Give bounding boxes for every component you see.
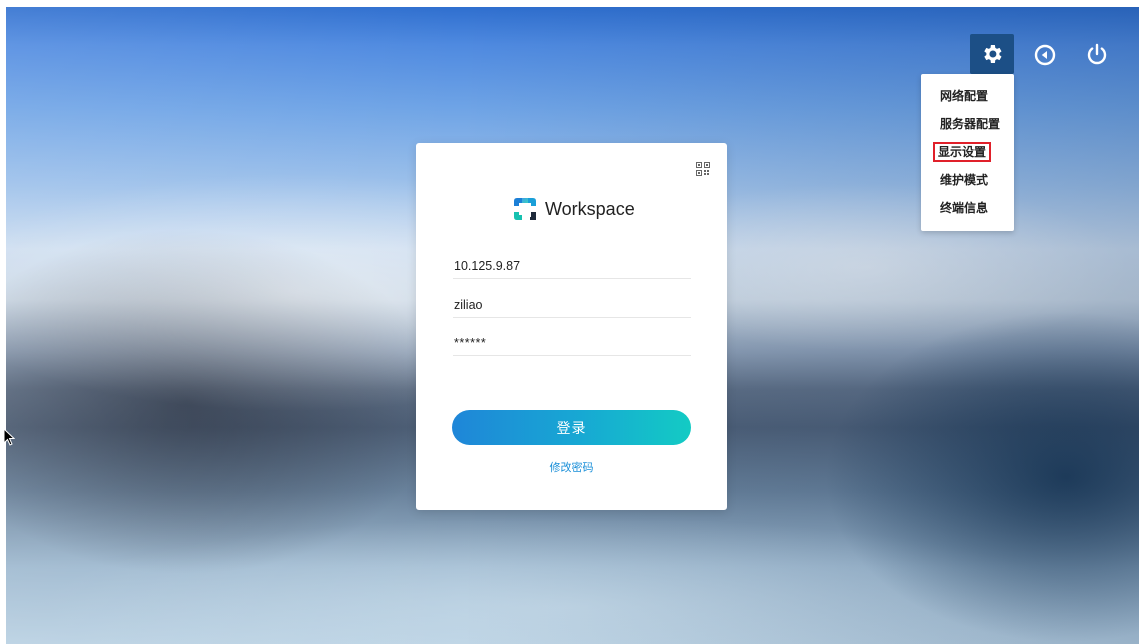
gear-icon <box>984 45 1002 63</box>
menu-item-terminal-info[interactable]: 终端信息 <box>921 199 1014 227</box>
menu-item-maintenance-mode[interactable]: 维护模式 <box>921 171 1014 199</box>
workspace-logo-icon <box>514 198 536 220</box>
menu-item-label: 服务器配置 <box>940 117 1001 131</box>
settings-dropdown-menu: 网络配置 服务器配置 显示设置 维护模式 终端信息 <box>921 74 1014 231</box>
menu-item-display-settings[interactable]: 显示设置 <box>921 142 1014 171</box>
settings-button[interactable] <box>970 34 1014 74</box>
menu-item-network-config[interactable]: 网络配置 <box>921 87 1014 115</box>
menu-item-label: 维护模式 <box>940 173 989 187</box>
qr-code-button[interactable] <box>696 161 710 176</box>
power-icon <box>1087 43 1107 65</box>
menu-item-label: 终端信息 <box>940 201 989 215</box>
login-button[interactable]: 登录 <box>452 410 691 445</box>
menu-item-label: 网络配置 <box>940 89 989 103</box>
brand-name: Workspace <box>545 198 635 219</box>
power-button[interactable] <box>1083 40 1111 68</box>
qr-code-icon <box>696 162 710 176</box>
username-input[interactable] <box>453 292 691 318</box>
change-password-link[interactable]: 修改密码 <box>416 459 727 475</box>
server-address-input[interactable] <box>453 253 691 279</box>
password-input[interactable] <box>453 330 691 356</box>
brand: Workspace <box>510 194 635 224</box>
menu-item-server-config[interactable]: 服务器配置 <box>921 115 1014 143</box>
mouse-cursor-icon <box>3 428 15 446</box>
back-button[interactable] <box>1031 41 1059 69</box>
menu-item-label: 显示设置 <box>932 142 992 162</box>
login-card: Workspace 登录 修改密码 <box>416 143 727 510</box>
circle-back-icon <box>1034 44 1056 66</box>
